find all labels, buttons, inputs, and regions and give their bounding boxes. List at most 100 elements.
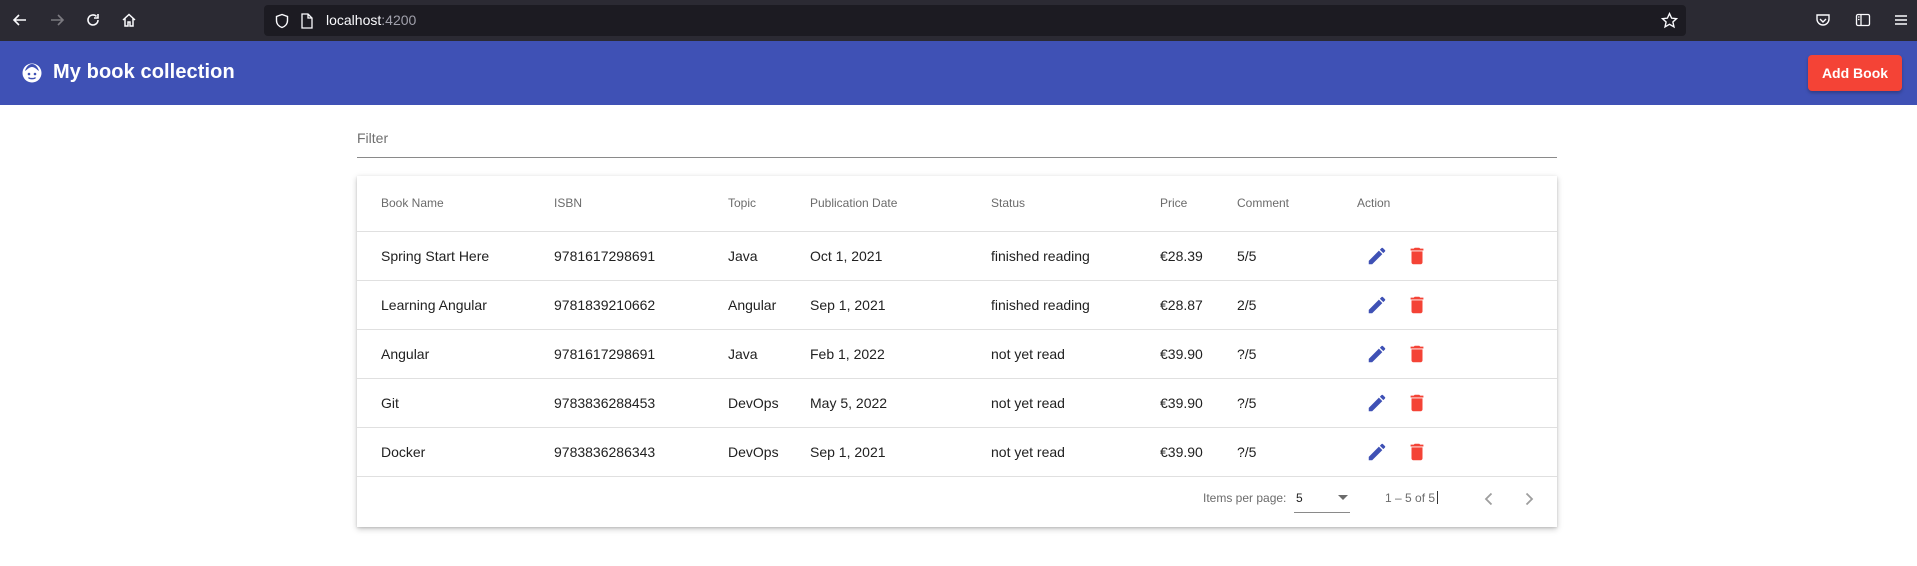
paginator: Items per page: 5 1 – 5 of 5 [357, 471, 1557, 527]
publication-date-cell: Feb 1, 2022 [810, 329, 991, 379]
comment-cell: 2/5 [1237, 280, 1357, 330]
forward-button[interactable] [45, 8, 69, 32]
delete-button[interactable] [1397, 432, 1437, 472]
status-cell: finished reading [991, 280, 1160, 330]
items-per-page-value: 5 [1296, 491, 1303, 505]
table-row: Learning Angular 9781839210662 Angular Sep … [357, 280, 1557, 330]
action-cell [1357, 329, 1557, 379]
edit-button[interactable] [1357, 285, 1397, 325]
filter-input[interactable] [357, 126, 1557, 150]
action-cell [1357, 378, 1557, 428]
filter-field[interactable] [357, 126, 1557, 158]
home-icon [122, 13, 136, 27]
shield-icon[interactable] [274, 13, 290, 29]
bookmark-star-icon[interactable] [1661, 12, 1678, 29]
sidebar-icon[interactable] [1855, 12, 1871, 28]
comment-cell: ?/5 [1237, 378, 1357, 428]
table-header-row: Book Name ISBN Topic Publication Date St… [357, 176, 1557, 232]
pencil-icon [1368, 345, 1386, 362]
home-button[interactable] [117, 8, 141, 32]
edit-button[interactable] [1357, 432, 1397, 472]
header-isbn[interactable]: ISBN [554, 176, 728, 232]
publication-date-cell: May 5, 2022 [810, 378, 991, 428]
book-name-cell: Docker [357, 427, 554, 477]
back-button[interactable] [8, 8, 32, 32]
topic-cell: Angular [728, 280, 810, 330]
edit-button[interactable] [1357, 334, 1397, 374]
status-cell: finished reading [991, 231, 1160, 281]
browser-toolbar: localhost:4200 [0, 0, 1917, 41]
status-cell: not yet read [991, 378, 1160, 428]
comment-cell: ?/5 [1237, 329, 1357, 379]
price-cell: €39.90 [1160, 329, 1237, 379]
isbn-cell: 9781617298691 [554, 231, 728, 281]
isbn-cell: 9781617298691 [554, 329, 728, 379]
price-cell: €28.39 [1160, 231, 1237, 281]
table-row: Git 9783836288453 DevOps May 5, 2022 not yet… [357, 378, 1557, 428]
delete-button[interactable] [1397, 383, 1437, 423]
pocket-icon[interactable] [1815, 12, 1831, 28]
trash-icon [1410, 394, 1424, 411]
isbn-cell: 9783836286343 [554, 427, 728, 477]
table-row: Spring Start Here 9781617298691 Java Oct 1,… [357, 231, 1557, 281]
action-cell [1357, 231, 1557, 281]
header-status[interactable]: Status [991, 176, 1160, 232]
edit-button[interactable] [1357, 236, 1397, 276]
isbn-cell: 9783836288453 [554, 378, 728, 428]
topic-cell: Java [728, 231, 810, 281]
topic-cell: DevOps [728, 427, 810, 477]
header-price[interactable]: Price [1160, 176, 1237, 232]
books-table: Book Name ISBN Topic Publication Date St… [357, 176, 1557, 477]
isbn-cell: 9781839210662 [554, 280, 728, 330]
items-per-page-label: Items per page: [1203, 491, 1287, 505]
header-book-name[interactable]: Book Name [357, 176, 554, 232]
page-icon[interactable] [300, 13, 314, 29]
table-row: Docker 9783836286343 DevOps Sep 1, 2021 not … [357, 427, 1557, 477]
menu-icon[interactable] [1893, 12, 1909, 28]
url-text[interactable]: localhost:4200 [326, 12, 416, 28]
trash-icon [1410, 345, 1424, 362]
books-table-card: Book Name ISBN Topic Publication Date St… [357, 176, 1557, 527]
status-cell: not yet read [991, 329, 1160, 379]
header-action: Action [1357, 176, 1557, 232]
book-name-cell: Angular [357, 329, 554, 379]
price-cell: €39.90 [1160, 378, 1237, 428]
delete-button[interactable] [1397, 285, 1437, 325]
status-cell: not yet read [991, 427, 1160, 477]
publication-date-cell: Sep 1, 2021 [810, 427, 991, 477]
app-title: My book collection [53, 61, 235, 83]
page-range-label: 1 – 5 of 5 [1385, 491, 1438, 505]
pencil-icon [1368, 296, 1386, 313]
price-cell: €39.90 [1160, 427, 1237, 477]
edit-button[interactable] [1357, 383, 1397, 423]
header-comment[interactable]: Comment [1237, 176, 1357, 232]
topic-cell: Java [728, 329, 810, 379]
pencil-icon [1368, 443, 1386, 460]
delete-button[interactable] [1397, 236, 1437, 276]
delete-button[interactable] [1397, 334, 1437, 374]
url-port: :4200 [381, 12, 417, 28]
url-host: localhost [326, 12, 382, 28]
url-bar[interactable]: localhost:4200 [264, 5, 1686, 36]
face-icon [22, 63, 42, 83]
browser-right-tools [1807, 0, 1917, 41]
header-publication-date[interactable]: Publication Date [810, 176, 991, 232]
price-cell: €28.87 [1160, 280, 1237, 330]
previous-page-button[interactable] [1469, 479, 1509, 519]
table-row: Angular 9781617298691 Java Feb 1, 2022 not y… [357, 329, 1557, 379]
trash-icon [1410, 247, 1424, 264]
add-book-button[interactable]: Add Book [1808, 55, 1902, 91]
next-page-button[interactable] [1509, 479, 1549, 519]
topic-cell: DevOps [728, 378, 810, 428]
arrow-right-icon [51, 14, 65, 26]
trash-icon [1410, 443, 1424, 460]
pencil-icon [1368, 394, 1386, 411]
header-topic[interactable]: Topic [728, 176, 810, 232]
chevron-left-icon [1484, 492, 1493, 506]
app-toolbar: My book collection Add Book [0, 41, 1917, 105]
reload-icon [87, 14, 99, 26]
publication-date-cell: Oct 1, 2021 [810, 231, 991, 281]
comment-cell: 5/5 [1237, 231, 1357, 281]
items-per-page-select[interactable]: 5 [1294, 485, 1350, 513]
reload-button[interactable] [81, 8, 105, 32]
